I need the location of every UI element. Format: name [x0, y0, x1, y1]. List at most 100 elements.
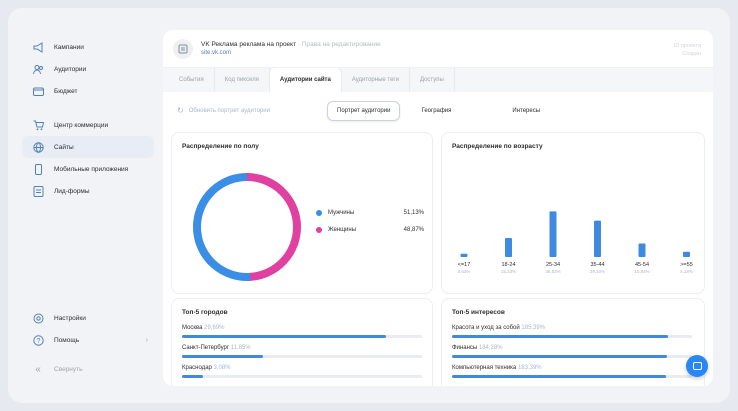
- sidebar-item-commerce[interactable]: Центр коммерции: [22, 114, 154, 136]
- progress-track: [182, 355, 422, 358]
- gear-icon: [32, 312, 44, 324]
- list-item-label: Санкт-Петербург 11,85%: [182, 345, 422, 351]
- list-item: Финансы 184,28%: [452, 345, 692, 358]
- sidebar-item-label: Мобильные приложения: [54, 165, 129, 173]
- interest-name: Финансы: [452, 345, 478, 351]
- project-meta-line: ID проекта: [673, 43, 701, 49]
- age-panel: Распределение по возрасту <=17 2,63% 18-24…: [441, 132, 705, 294]
- city-pct: 3,08%: [213, 365, 231, 371]
- age-pct-label: 36,53%: [545, 269, 560, 274]
- sidebar-item-label: Бюджет: [54, 87, 78, 95]
- list-item: Краснодар 3,08%: [182, 365, 422, 378]
- phone-icon: [32, 163, 44, 175]
- city-pct: 11,85%: [230, 345, 251, 351]
- tab-access[interactable]: Доступы: [410, 68, 455, 92]
- form-icon: [32, 185, 44, 197]
- list-item-label: Красота и уход за собой 185,39%: [452, 325, 692, 331]
- chevron-right-icon: ›: [145, 336, 148, 344]
- sidebar-item-label: Кампании: [54, 43, 84, 51]
- age-pct-label: 2,63%: [458, 269, 471, 274]
- legend-item-female: Женщины 48,87%: [316, 227, 424, 233]
- tab-site-audiences[interactable]: Аудитории сайта: [269, 68, 342, 92]
- progress-track: [182, 335, 422, 338]
- cities-panel: Топ-5 городов Москва 29,69% Санкт-Петерб…: [171, 298, 433, 386]
- sidebar-item-budget[interactable]: Бюджет: [22, 80, 154, 102]
- chat-icon: [692, 362, 702, 370]
- age-bar-chart: <=172,63% 18-2415,23% 25-3436,53% 35-4429,1…: [458, 211, 693, 274]
- chat-button[interactable]: [686, 355, 708, 377]
- sidebar-item-sites[interactable]: Сайты: [22, 136, 154, 158]
- interest-pct: 185,39%: [521, 325, 546, 331]
- city-name: Санкт-Петербург: [182, 345, 230, 351]
- project-link[interactable]: site.vk.com: [201, 50, 381, 56]
- refresh-icon: ↻: [177, 106, 184, 115]
- legend-value: 48,87%: [403, 227, 424, 233]
- age-tick-label: <=17: [458, 262, 471, 268]
- list-item: Красота и уход за собой 185,39%: [452, 325, 692, 338]
- update-portrait-label: Обновить портрет аудитории: [188, 107, 270, 114]
- age-tick-label: 18-24: [501, 262, 515, 268]
- sidebar-item-label: Лид-формы: [54, 187, 90, 195]
- sidebar-item-lead-forms[interactable]: Лид-формы: [22, 180, 154, 202]
- sidebar-item-label: Свернуть: [54, 365, 83, 373]
- update-portrait-button[interactable]: ↻ Обновить портрет аудитории: [177, 106, 270, 115]
- interests-panel: Топ-5 интересов Красота и уход за собой …: [441, 298, 705, 386]
- project-icon: [173, 38, 193, 59]
- progress-fill: [452, 355, 667, 358]
- legend-dot: [316, 210, 322, 216]
- interest-pct: 184,28%: [478, 345, 503, 351]
- interest-name: Красота и уход за собой: [452, 325, 520, 331]
- progress-track: [452, 375, 692, 378]
- svg-text:?: ?: [36, 338, 40, 345]
- sidebar-item-audiences[interactable]: Аудитории: [22, 58, 154, 80]
- age-bar: [549, 211, 557, 257]
- toolbar: ↻ Обновить портрет аудитории Портрет ауд…: [163, 92, 713, 130]
- sidebar-item-settings[interactable]: Настройки: [22, 307, 154, 329]
- age-bar: [683, 251, 690, 257]
- age-pct-label: 15,23%: [501, 269, 516, 274]
- project-header: VK Реклама реклама на проект · Права на …: [163, 30, 713, 68]
- segment-geography[interactable]: География: [412, 101, 491, 121]
- legend-value: 51,13%: [403, 210, 424, 216]
- sidebar-item-help[interactable]: ? Помощь ›: [22, 329, 154, 351]
- city-name: Москва: [182, 325, 203, 331]
- sidebar-item-mobile-apps[interactable]: Мобильные приложения: [22, 158, 154, 180]
- age-tick-label: 35-44: [590, 262, 604, 268]
- sidebar-item-label: Аудитории: [54, 65, 87, 73]
- progress-track: [452, 355, 692, 358]
- tab-audience-tags[interactable]: Аудиторные теги: [342, 68, 410, 92]
- tab-events[interactable]: События: [169, 68, 215, 92]
- main-content: VK Реклама реклама на проект · Права на …: [163, 30, 713, 386]
- progress-track: [452, 335, 692, 338]
- cities-panel-title: Топ-5 городов: [182, 309, 228, 316]
- age-bar: [638, 243, 646, 257]
- tab-pixel-code[interactable]: Код пикселя: [215, 68, 270, 92]
- list-item-label: Финансы 184,28%: [452, 345, 692, 351]
- list-item: Санкт-Петербург 11,85%: [182, 345, 422, 358]
- age-pct-label: 29,10%: [590, 269, 605, 274]
- cart-icon: [32, 119, 44, 131]
- interests-panel-title: Топ-5 интересов: [452, 309, 505, 316]
- sidebar-item-collapse[interactable]: « Свернуть: [22, 358, 154, 380]
- progress-fill: [452, 375, 666, 378]
- progress-fill: [182, 375, 204, 378]
- interest-pct: 183,39%: [517, 365, 542, 371]
- legend-label: Мужчины: [328, 210, 355, 216]
- segment-interests[interactable]: Интересы: [503, 101, 549, 121]
- age-pct-label: 4,18%: [680, 269, 693, 274]
- wallet-icon: [32, 85, 44, 97]
- sidebar-item-campaigns[interactable]: Кампании: [22, 36, 154, 58]
- list-item-label: Компьютерная техника 183,39%: [452, 365, 692, 371]
- age-bar: [594, 220, 601, 257]
- project-subtitle: · Права на редактирование: [297, 41, 381, 48]
- view-segmented-control: Портрет аудитории География Интересы: [327, 101, 561, 121]
- gender-panel: Распределение по полу Мужчины 51,13% Жен…: [171, 132, 433, 294]
- interest-name: Компьютерная техника: [452, 365, 517, 371]
- list-item-label: Москва 29,69%: [182, 325, 422, 331]
- segment-audience-portrait[interactable]: Портрет аудитории: [327, 101, 401, 121]
- age-tick-label: 45-54: [635, 262, 649, 268]
- tab-bar: События Код пикселя Аудитории сайта Ауди…: [163, 68, 713, 92]
- age-tick-label: >=55: [680, 262, 693, 268]
- project-title: VK Реклама реклама на проект: [201, 41, 297, 48]
- progress-track: [182, 375, 422, 378]
